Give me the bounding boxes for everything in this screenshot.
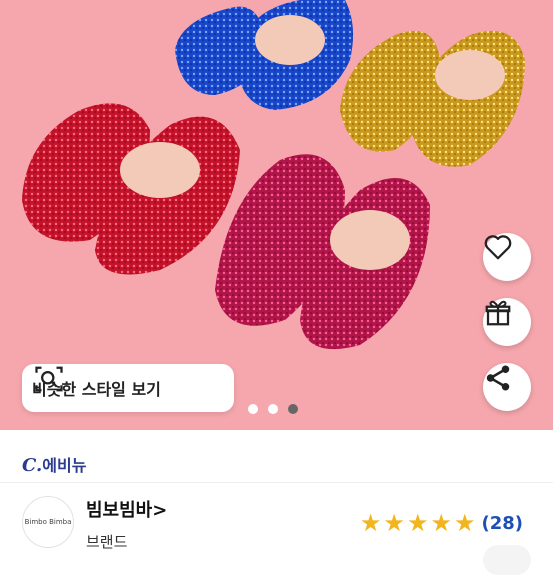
brand-logo-text: Bimbo Bimba: [24, 518, 72, 526]
seller-name-text: 에비뉴: [42, 456, 87, 475]
floating-button-partial[interactable]: [483, 545, 531, 575]
star-icon: ★: [453, 509, 476, 537]
star-icon: ★: [359, 509, 382, 537]
product-image-carousel[interactable]: 비슷한 스타일 보기: [0, 0, 553, 430]
search-scan-icon: [35, 366, 63, 392]
star-icon: ★: [383, 509, 405, 537]
star-icon: ★: [406, 509, 429, 537]
carousel-dot[interactable]: [268, 404, 278, 414]
divider: [0, 482, 553, 483]
gift-button[interactable]: [483, 298, 531, 346]
brand-logo[interactable]: Bimbo Bimba: [22, 496, 74, 548]
heart-icon: [484, 235, 512, 260]
brand-name-link[interactable]: 빔보빔바>: [86, 496, 167, 522]
brand-label: 브랜드: [86, 533, 128, 551]
review-count: (28): [481, 512, 523, 534]
seller-logo-mark: C.: [22, 455, 43, 476]
gift-icon: [485, 300, 511, 326]
product-rating[interactable]: ★ ★ ★ ★ ★ (28): [360, 511, 523, 535]
wishlist-button[interactable]: [483, 233, 531, 281]
similar-style-button[interactable]: 비슷한 스타일 보기: [22, 364, 234, 412]
share-button[interactable]: [483, 363, 531, 411]
seller-name[interactable]: C.에비뉴: [22, 452, 86, 476]
carousel-dot[interactable]: [248, 404, 258, 414]
star-icon: ★: [430, 509, 452, 537]
share-icon: [486, 365, 510, 391]
carousel-indicator: [248, 404, 298, 414]
carousel-dot-active[interactable]: [288, 404, 298, 414]
